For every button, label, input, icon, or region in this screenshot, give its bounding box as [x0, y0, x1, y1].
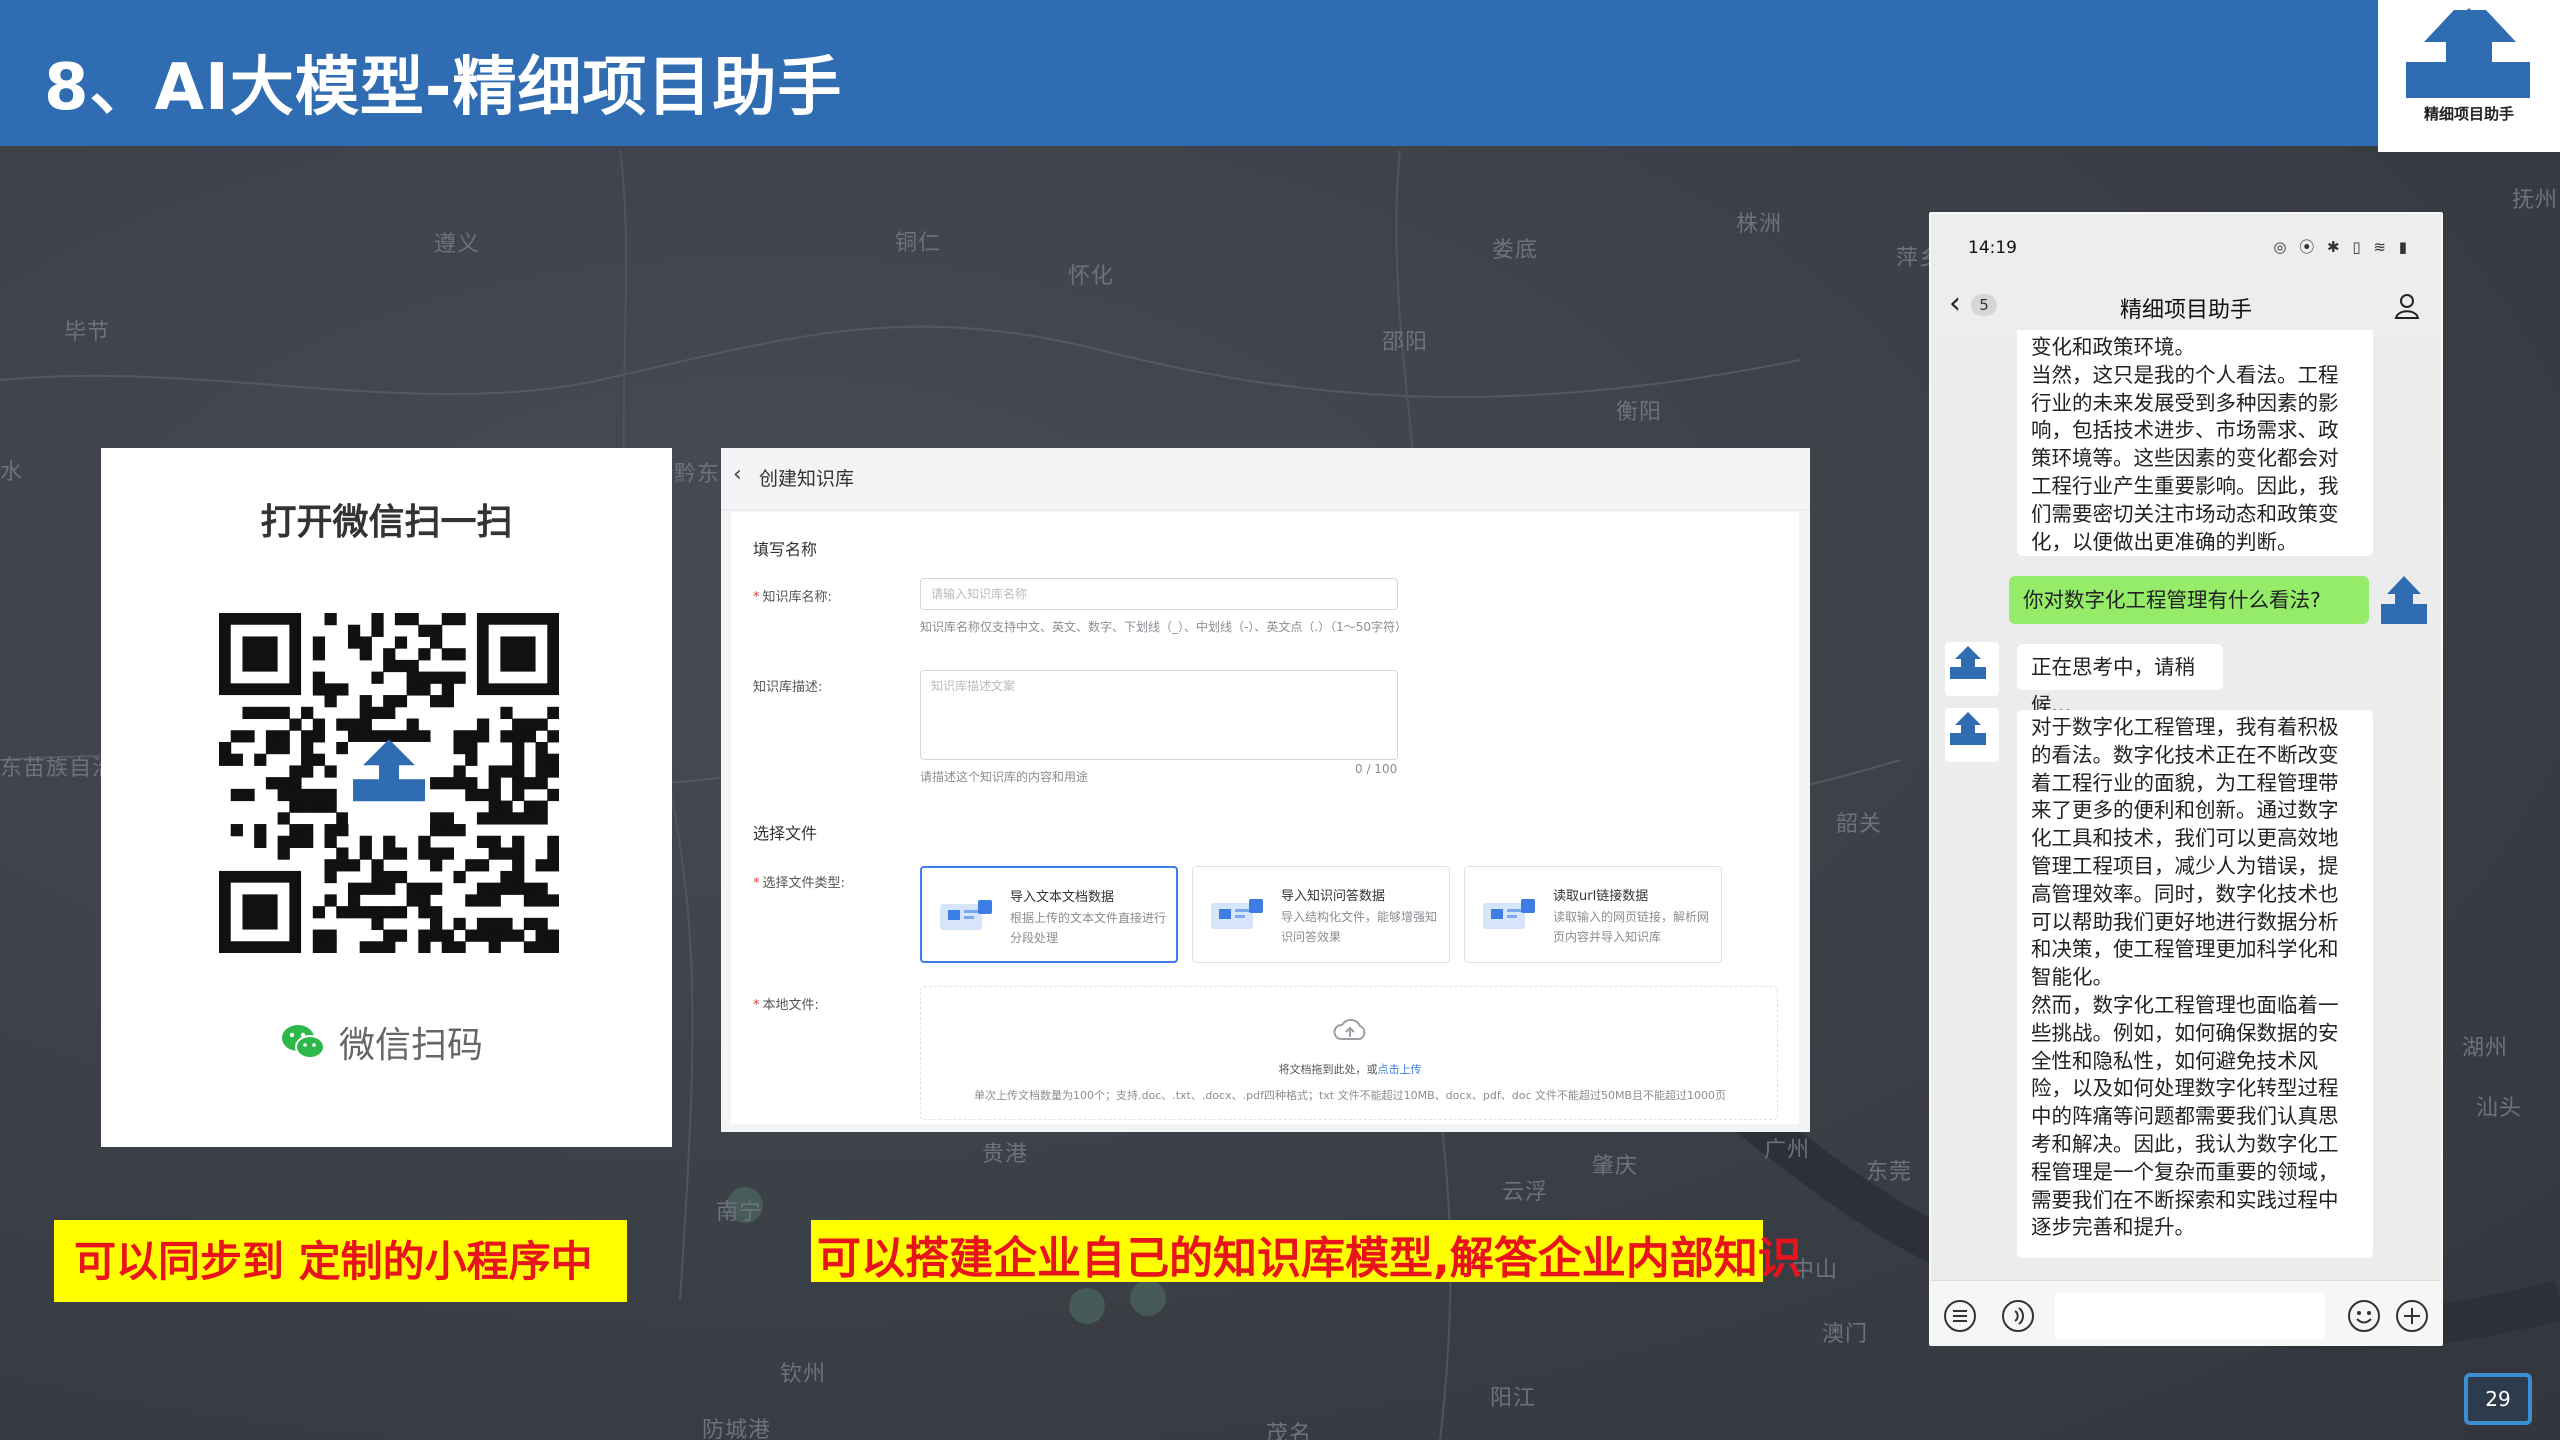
map-label: 抚州 [2512, 188, 2559, 213]
status-icons: ◎ ⦿ ✱ ▯ ≋ ▮ [2273, 238, 2411, 256]
kb-form-body: 填写名称 * 知识库名称: 请输入知识库名称 知识库名称仅支持中文、英文、数字、下… [731, 512, 1799, 1124]
map-label: 遵义 [434, 232, 481, 257]
bot-message: 对于数字化工程管理，我有着积极 的看法。数字化技术正在不断改变 着工程行业的面貌… [2017, 710, 2373, 1258]
file-type-desc: 读取输入的网页链接，解析网页内容并导入知识库 [1553, 910, 1710, 944]
file-type-card-qa[interactable]: 导入知识问答数据 导入结构化文件，能够增强知识问答效果 [1192, 866, 1450, 963]
user-message: 你对数字化工程管理有什么看法? [2009, 576, 2369, 624]
add-icon[interactable] [2395, 1299, 2429, 1333]
kb-desc-counter: 0 / 100 [1355, 762, 1398, 776]
file-type-card-text[interactable]: 导入文本文档数据 根据上传的文本文件直接进行分段处理 [920, 866, 1178, 963]
phone-status-bar: 14:19 ◎ ⦿ ✱ ▯ ≋ ▮ [1931, 214, 2441, 274]
map-label: 东莞 [1866, 1160, 1913, 1185]
menu-list-icon[interactable] [1943, 1299, 1977, 1333]
map-label: 茂名 [1266, 1422, 1313, 1440]
user-avatar-icon [2381, 576, 2427, 624]
caption-left: 可以同步到 定制的小程序中 [54, 1220, 627, 1302]
upload-link[interactable]: 点击上传 [1378, 1063, 1422, 1076]
upload-hint: 单次上传文档数量为100个；支持.doc、.txt、.docx、.pdf四种格式… [973, 1089, 1727, 1102]
map-label: 水 [0, 460, 24, 485]
map-label: 南宁 [716, 1200, 763, 1225]
logo-text: 精细项目助手 [2423, 105, 2514, 123]
phone-time: 14:19 [1968, 238, 2017, 258]
slide-title: 8、AI大模型-精细项目助手 [44, 51, 843, 125]
file-type-card-url[interactable]: 读取url链接数据 读取输入的网页链接，解析网页内容并导入知识库 [1464, 866, 1722, 963]
bot-message: 正在思考中，请稍候... [2017, 644, 2223, 717]
map-label: 株洲 [1736, 212, 1783, 237]
file-type-title: 导入知识问答数据 [1281, 889, 1386, 904]
qr-panel: 打开微信扫一扫 微信扫码 [101, 448, 672, 1147]
wechat-scan-label: 微信扫码 [281, 1016, 483, 1068]
map-label: 邵阳 [1382, 330, 1429, 355]
kb-name-input[interactable]: 请输入知识库名称 [920, 578, 1398, 610]
map-label: 云浮 [1502, 1180, 1549, 1205]
kb-topbar: ‹ 创建知识库 [721, 448, 1810, 510]
document-icon [940, 900, 992, 930]
map-label: 毕节 [64, 320, 111, 345]
file-type-title: 读取url链接数据 [1553, 889, 1649, 904]
chat-text-input[interactable] [2055, 1293, 2325, 1339]
local-file-label: * 本地文件: [753, 998, 819, 1013]
kb-page-title: 创建知识库 [759, 468, 855, 490]
phone-chat-screenshot: 14:19 ◎ ⦿ ✱ ▯ ≋ ▮ ‹ 5 精细项目助手 变化和政策环境。 当然… [1929, 212, 2443, 1346]
kb-name-label: * 知识库名称: [753, 590, 832, 605]
qr-title: 打开微信扫一扫 [260, 502, 513, 543]
kb-name-hint: 知识库名称仅支持中文、英文、数字、下划线（_）、中划线（-）、英文点（.）（1～… [920, 620, 1408, 634]
file-dropzone[interactable]: 将文档拖到此处，或点击上传 单次上传文档数量为100个；支持.doc、.txt、… [920, 986, 1778, 1120]
file-type-label: * 选择文件类型: [753, 876, 845, 891]
kb-desc-textarea[interactable]: 知识库描述文案 [920, 670, 1398, 760]
upload-arrow-logo-icon [2406, 8, 2530, 98]
map-label: 贵港 [982, 1142, 1029, 1167]
voice-icon[interactable] [2001, 1299, 2035, 1333]
upload-text: 将文档拖到此处，或点击上传 [1278, 1063, 1422, 1076]
section-title-file: 选择文件 [753, 824, 818, 843]
chevron-left-icon[interactable]: ‹ [733, 462, 742, 487]
kb-desc-label: 知识库描述: [753, 680, 823, 695]
file-type-desc: 导入结构化文件，能够增强知识问答效果 [1281, 910, 1438, 944]
chat-navbar: ‹ 5 精细项目助手 [1931, 274, 2441, 334]
map-label: 韶关 [1836, 812, 1883, 837]
kb-desc-hint: 请描述这个知识库的内容和用途 [920, 770, 1089, 784]
file-type-title: 导入文本文档数据 [1010, 890, 1115, 905]
section-title-name: 填写名称 [753, 540, 818, 559]
map-label: 阳江 [1490, 1386, 1537, 1411]
map-label: 湖州 [2462, 1036, 2509, 1061]
map-label: 防城港 [702, 1418, 772, 1440]
page-number: 29 [2464, 1373, 2532, 1425]
link-document-icon [1483, 899, 1535, 929]
map-label: 广州 [1764, 1138, 1811, 1163]
map-label: 铜仁 [895, 231, 942, 256]
map-label: 澳门 [1822, 1322, 1869, 1347]
wechat-icon [282, 1025, 325, 1059]
map-label: 钦州 [780, 1362, 827, 1387]
brand-logo: 精细项目助手 [2378, 0, 2560, 152]
wechat-scan-text: 微信扫码 [339, 1025, 484, 1066]
cloud-upload-icon [1333, 1018, 1366, 1040]
slide-header: 8、AI大模型-精细项目助手 [0, 0, 2378, 146]
file-type-desc: 根据上传的文本文件直接进行分段处理 [1010, 911, 1167, 945]
emoji-icon[interactable] [2347, 1299, 2381, 1333]
map-label: 汕头 [2476, 1096, 2523, 1121]
bot-avatar-icon [1945, 708, 1999, 762]
caption-right: 可以搭建企业自己的知识库模型,解答企业内部知识 [811, 1220, 1802, 1284]
qa-document-icon [1211, 899, 1263, 929]
chat-input-bar [1931, 1280, 2441, 1344]
chat-title: 精细项目助手 [2119, 298, 2252, 323]
bot-avatar-icon [1945, 642, 1999, 696]
map-label: 怀化 [1068, 264, 1115, 289]
bot-message: 变化和政策环境。 当然，这只是我的个人看法。工程 行业的未来发展受到多种因素的影… [2017, 330, 2373, 556]
map-label: 肇庆 [1592, 1154, 1639, 1179]
qr-code[interactable] [219, 613, 559, 953]
map-label: 娄底 [1492, 238, 1539, 263]
user-profile-icon[interactable] [2393, 292, 2421, 320]
kb-create-panel: ‹ 创建知识库 填写名称 * 知识库名称: 请输入知识库名称 知识库名称仅支持中文… [721, 448, 1810, 1132]
map-label: 衡阳 [1616, 400, 1663, 425]
